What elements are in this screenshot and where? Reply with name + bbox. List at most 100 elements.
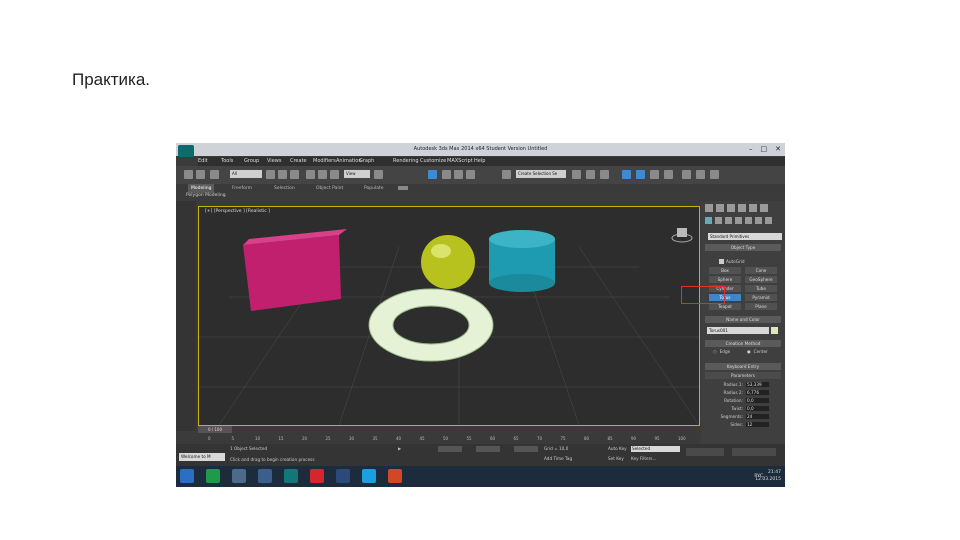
move-icon[interactable]	[306, 170, 315, 179]
menu-tools[interactable]: Tools	[221, 157, 244, 166]
helpers-icon[interactable]	[745, 217, 752, 224]
rect-selection-icon[interactable]	[290, 170, 299, 179]
align-icon[interactable]	[586, 170, 595, 179]
curve-editor-icon[interactable]	[636, 170, 645, 179]
angle-snap-icon[interactable]	[442, 170, 451, 179]
timeline-ruler[interactable]: 0 5 10 15 20 25 30 35 40 45 50 55 60 65 70 75 80 85 90 95 10…	[198, 436, 698, 444]
shapes-icon[interactable]	[715, 217, 722, 224]
ribbon-tab-populate[interactable]: Populate	[364, 184, 384, 193]
cameras-icon[interactable]	[735, 217, 742, 224]
playback-controls[interactable]	[686, 448, 724, 456]
skype-icon[interactable]	[362, 469, 376, 483]
motion-tab-icon[interactable]	[738, 204, 746, 212]
sphere-button[interactable]: Sphere	[709, 276, 741, 283]
render-setup-icon[interactable]	[682, 170, 691, 179]
edit-named-sel-icon[interactable]	[502, 170, 511, 179]
layer-manager-icon[interactable]	[600, 170, 609, 179]
scale-icon[interactable]	[330, 170, 339, 179]
rendered-frame-icon[interactable]	[696, 170, 705, 179]
menu-graph-editors[interactable]: Graph Editors	[359, 157, 393, 173]
material-editor-icon[interactable]	[664, 170, 673, 179]
menu-rendering[interactable]: Rendering	[393, 157, 420, 166]
select-by-name-icon[interactable]	[278, 170, 287, 179]
viewport-nav-controls[interactable]	[732, 448, 776, 456]
keyboard-entry-rollout[interactable]: Keyboard Entry	[705, 363, 781, 370]
snap-toggle-icon[interactable]	[428, 170, 437, 179]
render-production-icon[interactable]	[710, 170, 719, 179]
y-coord-field[interactable]	[476, 446, 500, 452]
display-tab-icon[interactable]	[749, 204, 757, 212]
rotate-icon[interactable]	[318, 170, 327, 179]
x-coord-field[interactable]	[438, 446, 462, 452]
hierarchy-tab-icon[interactable]	[727, 204, 735, 212]
segments-param[interactable]: Segments: 24	[713, 414, 781, 420]
autogrid-checkbox[interactable]: AutoGrid	[719, 259, 745, 264]
system-clock[interactable]: 21:47 12.03.2015	[755, 469, 781, 483]
store-icon[interactable]	[232, 469, 246, 483]
ribbon-tab-selection[interactable]: Selection	[274, 184, 295, 193]
menu-customize[interactable]: Customize	[420, 157, 447, 166]
key-mode-dropdown[interactable]: Selected	[631, 446, 680, 452]
box-button[interactable]: Box	[709, 267, 741, 274]
graphite-tools-icon[interactable]	[622, 170, 631, 179]
perspective-viewport[interactable]: [+] [Perspective ] [Realistic ]	[198, 206, 700, 426]
close-button[interactable]: ✕	[775, 143, 781, 156]
minimize-button[interactable]: –	[749, 143, 753, 156]
menu-modifiers[interactable]: Modifiers	[313, 157, 336, 166]
set-key-button[interactable]: Set Key	[608, 456, 624, 461]
radius2-param[interactable]: Radius 2: 6,776	[713, 390, 781, 396]
radio-edge[interactable]: ○ Edge	[713, 349, 730, 354]
select-object-icon[interactable]	[266, 170, 275, 179]
radius1-param[interactable]: Radius 1: 53,339	[713, 382, 781, 388]
geometry-icon[interactable]	[705, 217, 712, 224]
powerpoint-icon[interactable]	[388, 469, 402, 483]
creation-method-rollout[interactable]: Creation Method	[705, 340, 781, 347]
pivot-icon[interactable]	[374, 170, 383, 179]
percent-snap-icon[interactable]	[454, 170, 463, 179]
mirror-icon[interactable]	[572, 170, 581, 179]
selection-filter-dropdown[interactable]: All	[230, 170, 262, 178]
rotation-param[interactable]: Rotation: 0,0	[713, 398, 781, 404]
utilities-tab-icon[interactable]	[760, 204, 768, 212]
object-color-swatch[interactable]	[771, 327, 778, 334]
undo-icon[interactable]	[184, 170, 193, 179]
twist-param[interactable]: Twist: 0,0	[713, 406, 781, 412]
yandex-icon[interactable]	[310, 469, 324, 483]
object-name-field[interactable]: Torus001	[707, 327, 769, 334]
parameters-rollout[interactable]: Parameters	[705, 372, 781, 379]
create-tab-icon[interactable]	[705, 204, 713, 212]
add-time-tag[interactable]: Add Time Tag	[544, 456, 572, 461]
time-slider[interactable]: 0 / 100	[198, 426, 232, 433]
3dsmax-icon[interactable]	[284, 469, 298, 483]
ribbon-tab-modeling[interactable]: Modeling	[188, 184, 215, 193]
auto-key-button[interactable]: Auto Key	[608, 446, 627, 451]
name-color-rollout[interactable]: Name and Color	[705, 316, 781, 323]
spacewarps-icon[interactable]	[755, 217, 762, 224]
modify-tab-icon[interactable]	[716, 204, 724, 212]
maximize-button[interactable]: □	[761, 143, 768, 156]
viewcube-icon[interactable]	[671, 225, 693, 243]
windows-icon[interactable]	[180, 469, 194, 483]
tube-button[interactable]: Tube	[745, 285, 777, 292]
teapot-button[interactable]: Teapot	[709, 303, 741, 310]
vk-icon[interactable]	[258, 469, 272, 483]
schematic-view-icon[interactable]	[650, 170, 659, 179]
plane-button[interactable]: Plane	[745, 303, 777, 310]
menu-views[interactable]: Views	[267, 157, 290, 166]
spinner-snap-icon[interactable]	[466, 170, 475, 179]
ribbon-toggle-icon[interactable]	[398, 186, 408, 190]
key-filters-button[interactable]: Key Filters...	[631, 456, 656, 461]
menu-edit[interactable]: Edit	[198, 157, 221, 166]
menu-maxscript[interactable]: MAXScript	[447, 157, 474, 166]
ribbon-tab-freeform[interactable]: Freeform	[232, 184, 252, 193]
menu-help[interactable]: Help	[474, 157, 497, 166]
sides-param[interactable]: Sides: 12	[713, 422, 781, 428]
steam-icon[interactable]	[336, 469, 350, 483]
systems-icon[interactable]	[765, 217, 772, 224]
ribbon-tab-object-paint[interactable]: Object Paint	[316, 184, 343, 193]
geosphere-button[interactable]: GeoSphere	[745, 276, 777, 283]
lights-icon[interactable]	[725, 217, 732, 224]
z-coord-field[interactable]	[514, 446, 538, 452]
named-selection-dropdown[interactable]: Create Selection Se	[516, 170, 566, 178]
ref-coord-dropdown[interactable]: View	[344, 170, 370, 178]
